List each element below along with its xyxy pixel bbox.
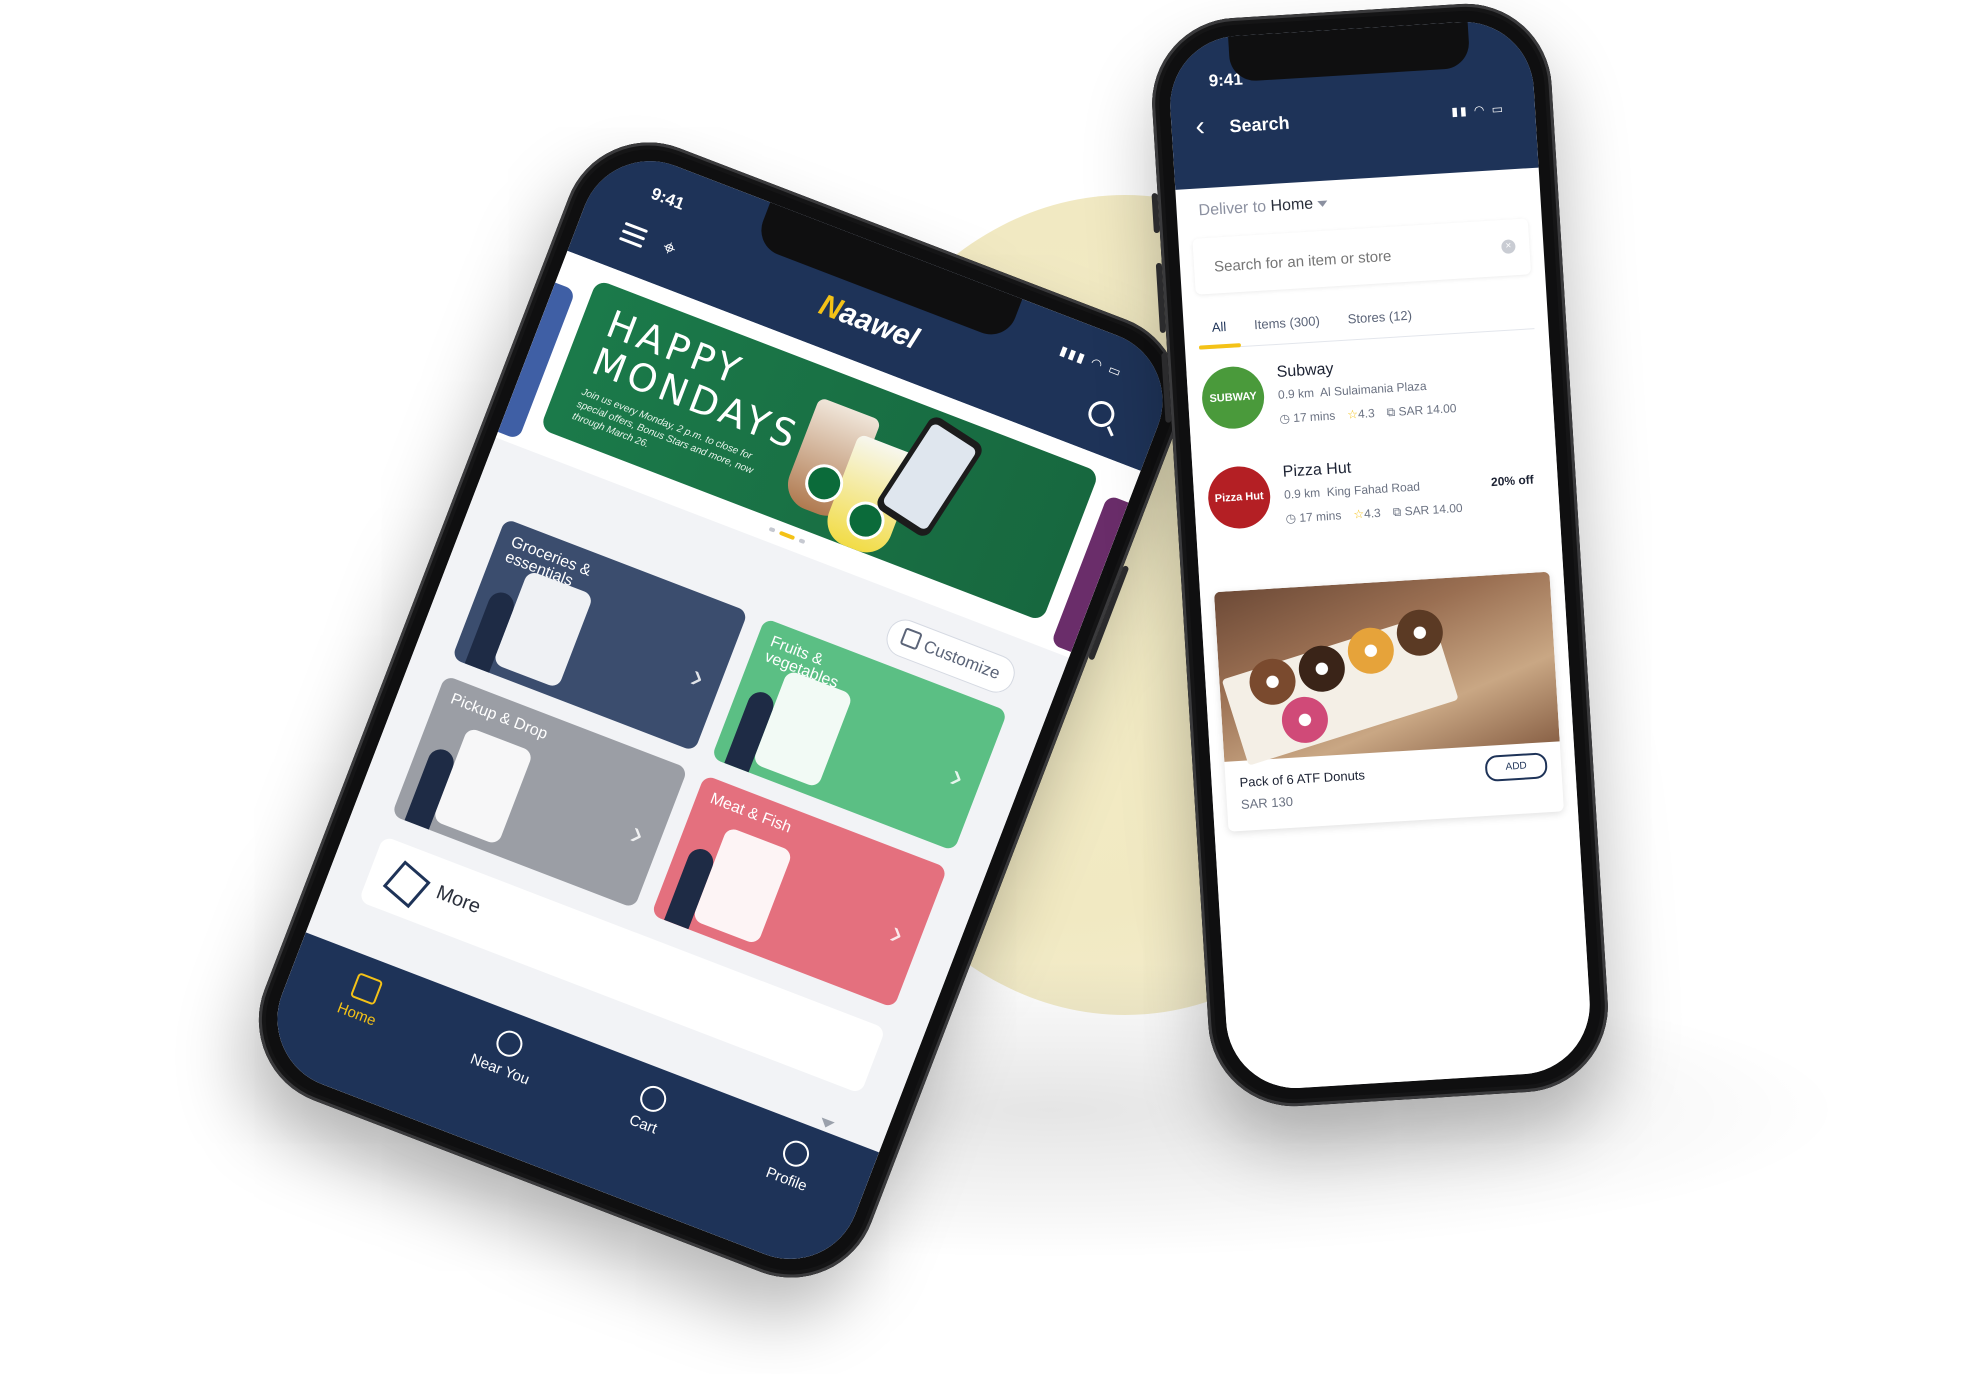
mute-switch bbox=[1151, 192, 1160, 234]
offer-badge: 20% off bbox=[1490, 472, 1535, 490]
store-pizza-hut[interactable]: Pizza Hut Pizza Hut 0.9 km King Fahad Ro… bbox=[1206, 448, 1547, 558]
cart-icon bbox=[636, 1082, 670, 1116]
search-input[interactable] bbox=[1210, 220, 1503, 296]
product-price: SAR 130 bbox=[1240, 793, 1294, 812]
chevron-right-icon: › bbox=[884, 913, 910, 954]
door-illustration bbox=[432, 726, 534, 846]
store-distance: 0.9 km Al Sulaimania Plaza bbox=[1277, 378, 1427, 402]
scene: 9:41 ▮▮▮ ◠ ▭ ⌖ Naawel HAPPY MONDAYS Join… bbox=[0, 0, 1966, 1374]
right-phone: 9:41 ▮▮ ◠ ▭ ‹ Search Deliver to Home × A… bbox=[1147, 0, 1613, 1112]
delivery-time: ◷ 17 mins bbox=[1279, 408, 1336, 426]
tab-all[interactable]: All bbox=[1197, 306, 1242, 349]
nav-cart[interactable]: Cart bbox=[593, 1069, 704, 1151]
result-tabs: All Items (300) Stores (12) bbox=[1196, 288, 1535, 350]
chevron-down-icon bbox=[818, 1117, 835, 1131]
results-list: SUBWAY Subway 0.9 km Al Sulaimania Plaza… bbox=[1186, 347, 1594, 1093]
chevron-right-icon: › bbox=[625, 813, 650, 854]
store-name: Pizza Hut bbox=[1282, 459, 1352, 481]
page-title: Search bbox=[1228, 112, 1291, 137]
phone-illustration bbox=[691, 826, 794, 945]
search-box: × bbox=[1192, 218, 1532, 296]
deliver-location: Home bbox=[1270, 195, 1314, 216]
store-distance: 0.9 km King Fahad Road bbox=[1283, 479, 1421, 502]
box-icon bbox=[382, 860, 431, 909]
add-button[interactable]: ADD bbox=[1484, 752, 1548, 782]
status-icons: ▮▮ ◠ ▭ bbox=[1450, 101, 1506, 119]
right-phone-screen: 9:41 ▮▮ ◠ ▭ ‹ Search Deliver to Home × A… bbox=[1166, 17, 1594, 1093]
tab-stores[interactable]: Stores (12) bbox=[1333, 295, 1428, 341]
pizza-hut-logo: Pizza Hut bbox=[1206, 464, 1273, 531]
carousel-dots bbox=[768, 526, 806, 545]
home-icon bbox=[349, 971, 384, 1006]
grid-add-icon bbox=[899, 627, 923, 651]
rating: ☆4.3 bbox=[1352, 505, 1382, 522]
delivery-time: ◷ 17 mins bbox=[1285, 508, 1342, 526]
back-icon[interactable]: ‹ bbox=[1195, 110, 1206, 142]
tab-items[interactable]: Items (300) bbox=[1239, 300, 1335, 346]
store-name: Subway bbox=[1276, 360, 1334, 381]
nav-near-you[interactable]: Near You bbox=[450, 1014, 561, 1096]
product-card[interactable]: Pack of 6 ATF Donuts SAR 130 ADD bbox=[1213, 571, 1564, 832]
clear-icon[interactable]: × bbox=[1500, 239, 1516, 254]
chevron-right-icon: › bbox=[685, 657, 710, 697]
subway-logo: SUBWAY bbox=[1200, 364, 1266, 431]
store-meta: ◷ 17 mins ☆4.3 ⧉ SAR 14.00 bbox=[1285, 501, 1463, 527]
rating: ☆4.3 bbox=[1346, 406, 1376, 422]
user-icon bbox=[779, 1137, 814, 1171]
more-label: More bbox=[433, 881, 484, 919]
store-meta: ◷ 17 mins ☆4.3 ⧉ SAR 14.00 bbox=[1279, 401, 1457, 427]
nav-profile[interactable]: Profile bbox=[737, 1124, 848, 1206]
location-pin-icon bbox=[492, 1026, 527, 1061]
delivery-fee: ⧉ SAR 14.00 bbox=[1392, 500, 1463, 520]
deliver-to[interactable]: Deliver to Home bbox=[1198, 195, 1328, 221]
product-name: Pack of 6 ATF Donuts bbox=[1239, 767, 1366, 790]
star-icon: ☆ bbox=[1346, 407, 1359, 422]
delivery-fee: ⧉ SAR 14.00 bbox=[1386, 401, 1457, 420]
nav-home[interactable]: Home bbox=[307, 959, 418, 1041]
star-icon: ☆ bbox=[1352, 506, 1365, 522]
donuts-image bbox=[1213, 571, 1560, 766]
store-subway[interactable]: SUBWAY Subway 0.9 km Al Sulaimania Plaza… bbox=[1200, 348, 1541, 458]
chevron-down-icon bbox=[1316, 200, 1328, 207]
status-icons: ▮▮▮ ◠ ▭ bbox=[1057, 342, 1126, 381]
status-time: 9:41 bbox=[648, 183, 688, 214]
chevron-right-icon: › bbox=[945, 756, 970, 797]
